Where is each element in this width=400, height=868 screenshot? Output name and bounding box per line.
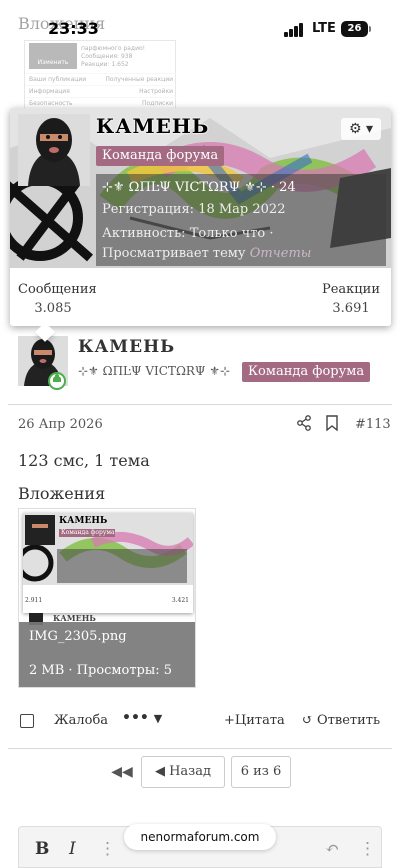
chevron-down-icon: ▼ — [153, 712, 163, 725]
thumb-graffiti-image — [23, 513, 193, 613]
post-user-title: ⊹⚜ ΩΠĿΨ VICTΩRΨ ⚜⊹ — [78, 364, 231, 378]
plus-icon: + — [224, 713, 235, 728]
prev-page-button[interactable]: ◀ Назад — [141, 756, 225, 788]
post-date[interactable]: 26 Апр 2026 — [18, 417, 103, 432]
divider — [8, 748, 392, 749]
reactions-value: 3.691 — [332, 301, 370, 316]
signal-icon — [284, 23, 304, 37]
bold-button[interactable]: B — [35, 839, 49, 859]
activity-status: Активность: Только что · Просматривает т… — [102, 224, 382, 268]
battery-icon: 26 — [341, 21, 371, 37]
bookmark-icon[interactable] — [325, 415, 339, 431]
messages-label: Сообщения — [18, 282, 97, 297]
post-actions: Жалоба ••• ▼ +Цитата ↺ Ответить — [0, 710, 400, 734]
share-icon[interactable] — [296, 415, 312, 431]
status-bar: 23:33 LTE 26 — [0, 0, 400, 46]
reply-icon: ↺ — [302, 713, 313, 728]
attachment-meta: 2 MB · Просмотры: 5 — [29, 663, 173, 678]
italic-button[interactable]: I — [69, 839, 76, 859]
mini-line: парфюмного радио! — [81, 45, 146, 52]
messages-stat: Сообщения 3.085 — [18, 282, 97, 316]
page-selector[interactable]: 6 из 6 — [231, 756, 291, 788]
quote-button[interactable]: +Цитата — [224, 713, 285, 728]
thumb-badge: Команда форума — [61, 529, 115, 536]
mini-menu: Ваши публикации Полученные реакции Информ… — [25, 73, 177, 109]
reactions-stat: Реакции 3.691 — [319, 282, 383, 316]
quote-label: Цитата — [234, 713, 285, 728]
reactions-label: Реакции — [321, 282, 380, 297]
chevron-left-icon: ◀ — [154, 764, 165, 779]
more-vertical-icon[interactable]: ⋮ — [359, 839, 376, 859]
thumb-card: КАМЕНЬ Команда форума 2.911 3.421 — [23, 513, 193, 613]
post-staff-badge: Команда форума — [242, 362, 371, 382]
mini-menu-row: Информация Настройки — [25, 85, 177, 97]
undo-icon[interactable]: ↶ — [325, 839, 339, 859]
post-username[interactable]: КАМЕНЬ — [78, 337, 175, 357]
online-status-icon — [48, 372, 66, 390]
member-avatar — [18, 114, 90, 186]
report-link[interactable]: Жалоба — [54, 713, 108, 728]
post-number[interactable]: #113 — [355, 417, 391, 432]
member-custom-title: ⊹⚜ ΩΠĿΨ VICTΩRΨ ⚜⊹ · 24 — [102, 180, 296, 195]
attachments-heading: Вложения — [18, 484, 106, 503]
more-options-button[interactable]: ••• ▼ — [122, 710, 162, 726]
attachment-filename: IMG_2305.png — [29, 629, 127, 644]
more-dots-icon: ••• — [122, 710, 149, 726]
member-tooltip-card: КАМЕНЬ Команда форума ⚙ ▾ ⊹⚜ ΩΠĿΨ VICTΩR… — [10, 108, 391, 342]
attachment-info: IMG_2305.png 2 MB · Просмотры: 5 — [19, 622, 195, 687]
mini-profile-card: Изменить парфюмного радио! Сообщения: 93… — [24, 40, 177, 110]
registration-date: Регистрация: 18 Мар 2022 — [102, 202, 286, 217]
mini-messages: Сообщения: 938 — [81, 53, 133, 60]
reply-button[interactable]: ↺ Ответить — [302, 713, 380, 728]
thumb-messages: 2.911 — [25, 597, 43, 604]
prev-label: Назад — [169, 764, 212, 779]
attachment-thumbnail[interactable]: КАМЕНЬ Команда форума 2.911 3.421 КАМЕНЬ… — [18, 508, 196, 688]
reply-label: Ответить — [317, 713, 381, 728]
staff-badge: Команда форума — [96, 146, 225, 166]
mini-menu-row: Ваши публикации Полученные реакции — [25, 73, 177, 85]
thumb-reactions: 3.421 — [171, 597, 189, 604]
first-page-icon[interactable]: ◀◀ — [110, 759, 134, 785]
browser-url-bar[interactable]: nenormaforum.com — [124, 824, 276, 850]
mini-avatar: Изменить — [29, 43, 77, 69]
member-username[interactable]: КАМЕНЬ — [96, 114, 209, 138]
divider — [8, 404, 392, 405]
activity-text: Активность: Только что · Просматривает т… — [102, 226, 274, 261]
member-stats: Сообщения 3.085 Реакции 3.691 — [10, 278, 391, 326]
mini-change-label: Изменить — [37, 59, 69, 66]
more-vertical-icon[interactable]: ⋮ — [99, 839, 116, 859]
messages-value: 3.085 — [34, 301, 72, 316]
status-time: 23:33 — [48, 19, 99, 38]
member-info-panel: ⊹⚜ ΩΠĿΨ VICTΩRΨ ⚜⊹ · 24 Регистрация: 18 … — [96, 174, 386, 268]
post-body: 123 смс, 1 тема — [18, 451, 150, 470]
select-checkbox[interactable] — [20, 714, 34, 728]
mini-reactions: Реакции: 1.652 — [81, 61, 129, 68]
network-type: LTE — [312, 21, 336, 36]
gear-icon[interactable]: ⚙ ▾ — [341, 118, 381, 140]
profile-banner: КАМЕНЬ Команда форума ⚙ ▾ ⊹⚜ ΩΠĿΨ VICTΩR… — [10, 108, 391, 268]
thumb-username: КАМЕНЬ — [59, 516, 108, 526]
